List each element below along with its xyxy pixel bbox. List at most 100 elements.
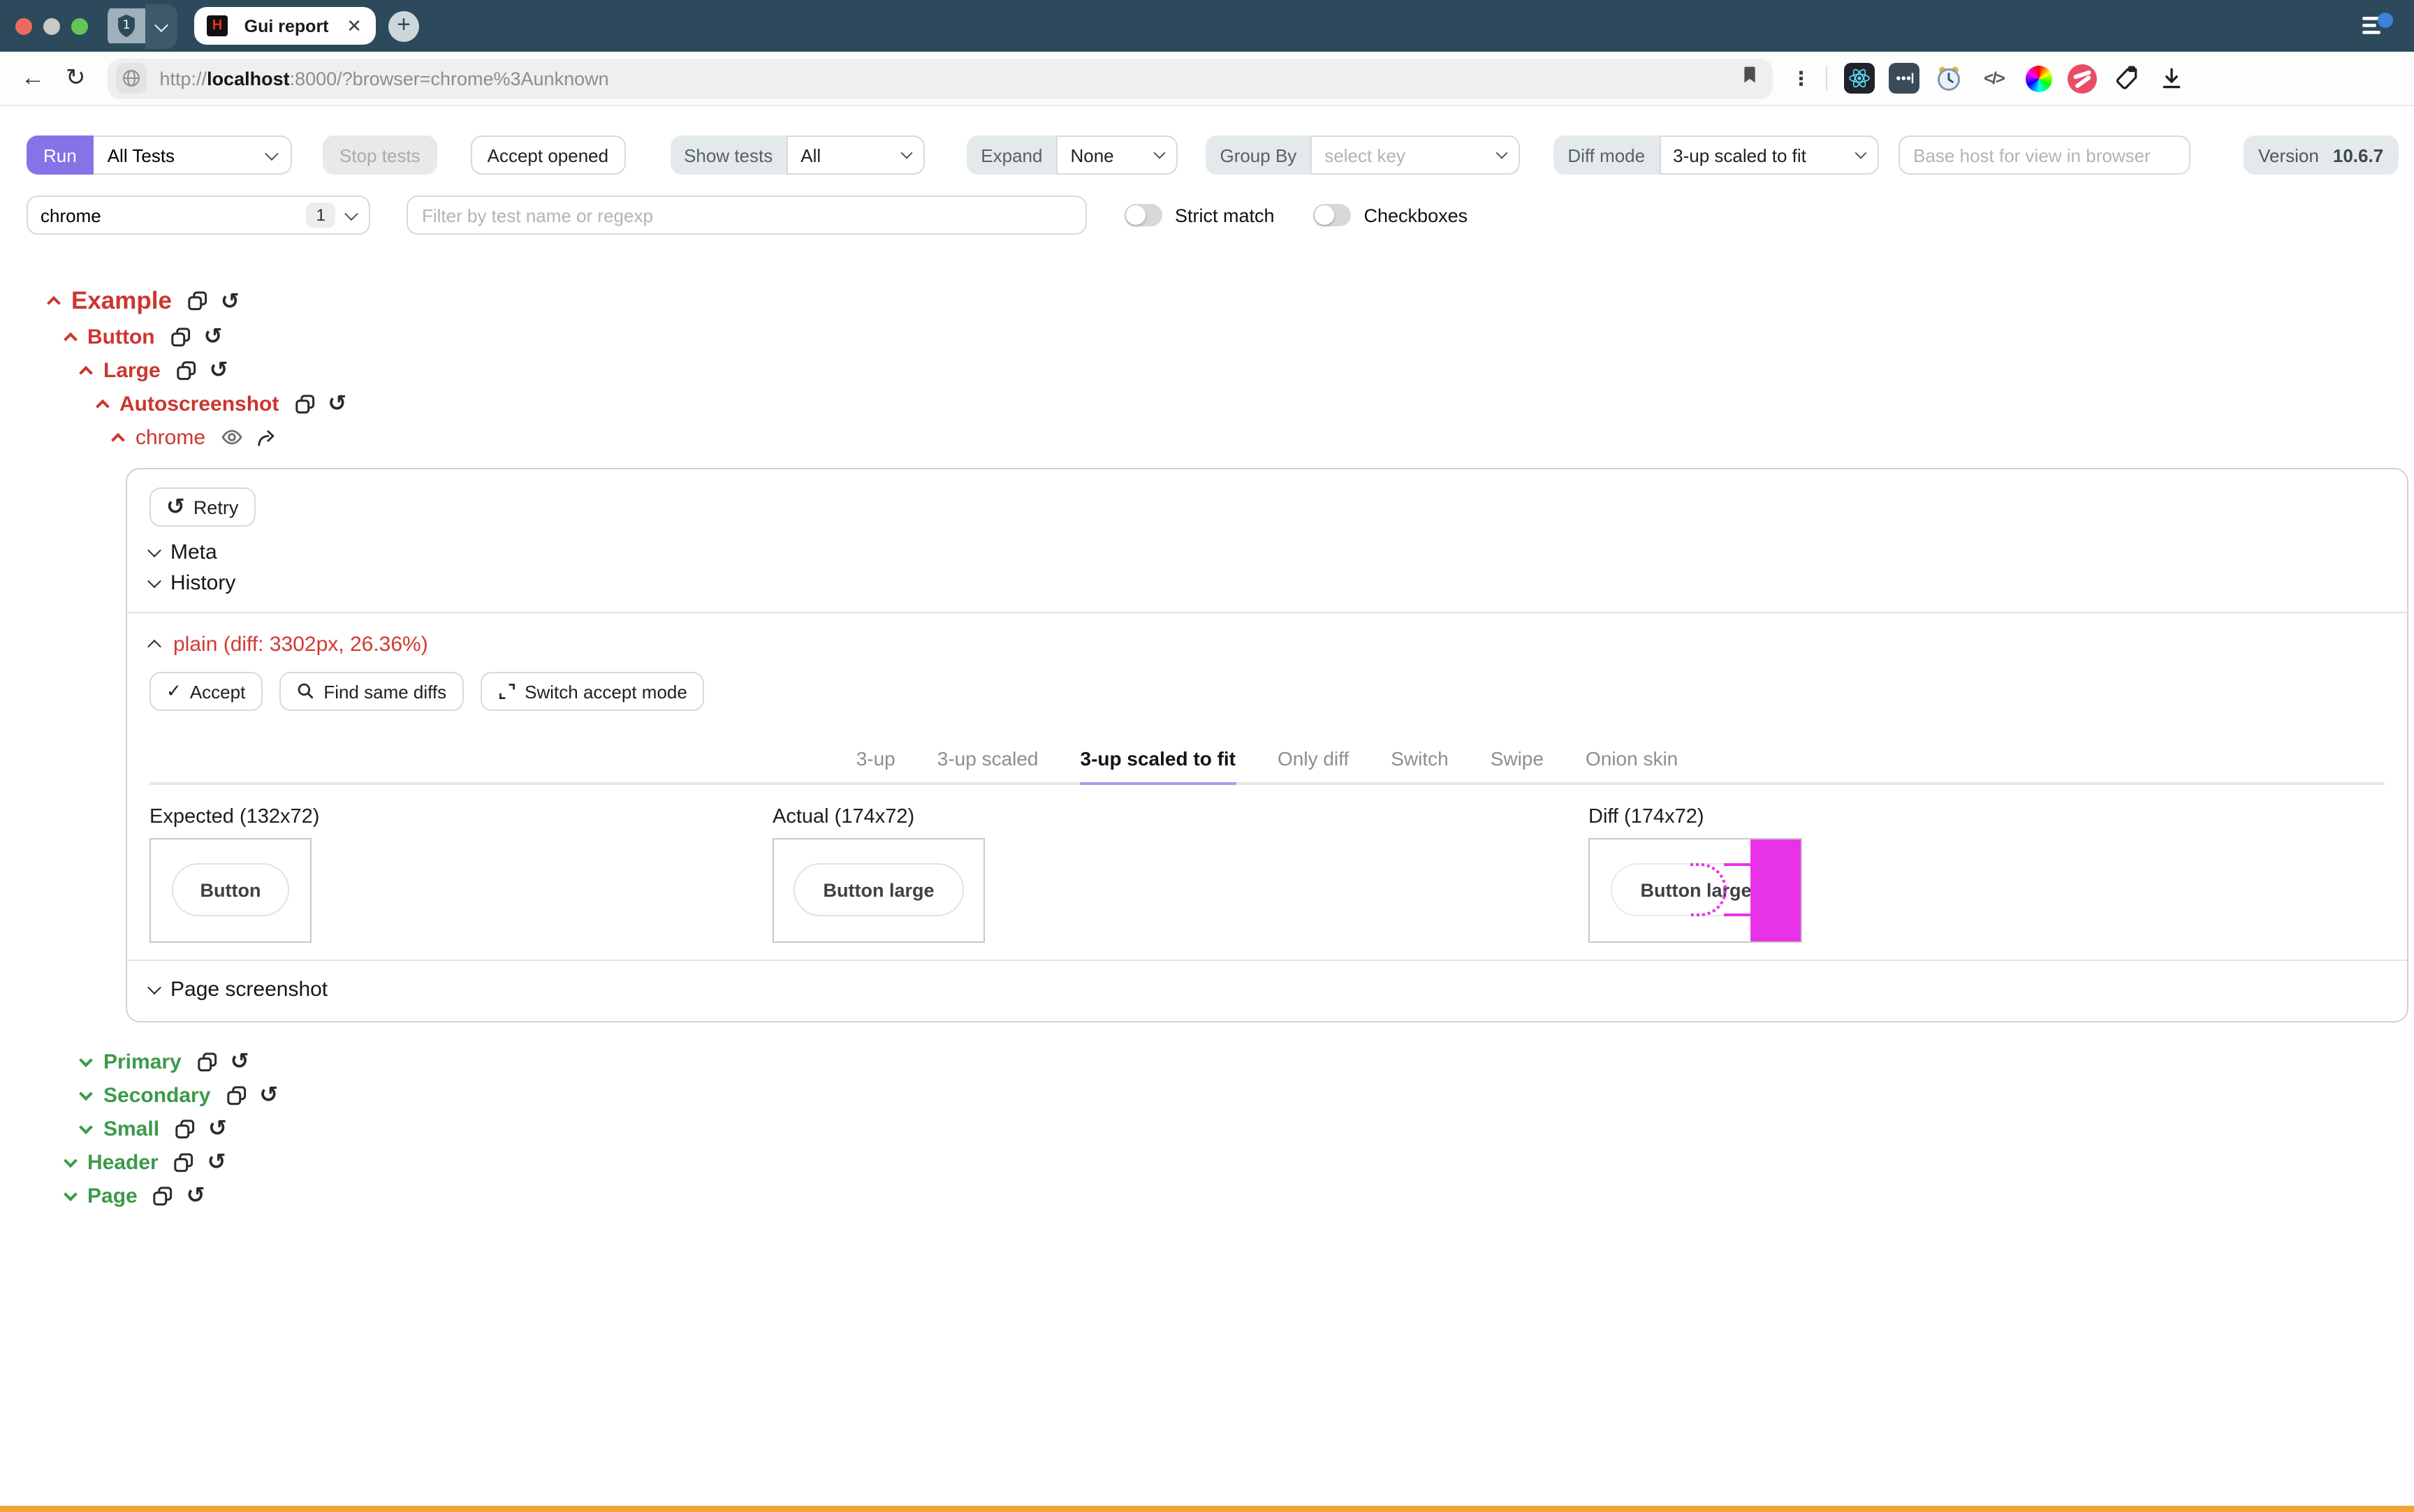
tab-counter[interactable]: 1 [108, 3, 177, 48]
browser-filter-select[interactable]: chrome 1 [27, 196, 370, 235]
history-section-toggle[interactable]: History [149, 571, 2385, 595]
share-icon[interactable] [256, 427, 277, 448]
page-screenshot-toggle[interactable]: Page screenshot [149, 978, 2385, 1001]
copy-icon[interactable] [175, 1118, 196, 1139]
tree-item-large[interactable]: Large↺ [49, 353, 2414, 387]
site-globe-icon[interactable] [117, 63, 147, 94]
tab-onion-skin[interactable]: Onion skin [1586, 747, 1678, 782]
close-window-button[interactable] [15, 17, 32, 34]
copy-icon[interactable] [170, 326, 191, 347]
base-host-input[interactable] [1898, 135, 2190, 175]
tree-item-small[interactable]: Small↺ [49, 1112, 2414, 1145]
retry-icon[interactable]: ↺ [207, 1152, 226, 1172]
tab-switch[interactable]: Switch [1391, 747, 1448, 782]
red-badge-extension-icon[interactable] [2068, 64, 2098, 93]
find-same-diffs-button[interactable]: Find same diffs [279, 672, 463, 711]
copy-icon[interactable] [226, 1085, 247, 1106]
tab-3-up[interactable]: 3-up [856, 747, 895, 782]
retry-icon[interactable]: ↺ [231, 1052, 249, 1071]
tab-counter-shield-icon: 1 [108, 8, 145, 43]
diff-highlight-area [1750, 839, 1801, 941]
chevron-down-icon [147, 981, 161, 994]
browser-tab-gui-report[interactable]: H Gui report ✕ [194, 7, 376, 45]
accept-button[interactable]: ✓Accept [149, 672, 262, 711]
copy-icon[interactable] [187, 291, 208, 311]
tree-item-button[interactable]: Button↺ [49, 320, 2414, 353]
copy-icon[interactable] [174, 1152, 195, 1173]
extensions-kebab-icon[interactable]: ⋮ [1792, 66, 1811, 90]
expand-select[interactable]: None [1056, 135, 1178, 175]
test-tree-failed-branch: Example↺Button↺Large↺Autoscreenshot↺chro… [27, 235, 2414, 454]
retry-icon[interactable]: ↺ [204, 327, 223, 346]
retry-icon[interactable]: ↺ [210, 360, 228, 380]
tab-swipe[interactable]: Swipe [1491, 747, 1544, 782]
svg-text:1: 1 [123, 18, 131, 32]
tree-item-chrome[interactable]: chrome [49, 420, 2414, 454]
bookmark-icon[interactable] [1736, 61, 1765, 95]
tab-3-up-scaled-to-fit[interactable]: 3-up scaled to fit [1081, 747, 1236, 782]
meta-label: Meta [170, 541, 217, 564]
actual-image[interactable]: Button large [773, 838, 985, 943]
diff-title: Diff (174x72) [1588, 806, 1802, 828]
browser-address-row: ← ↻ http://localhost:8000/?browser=chrom… [0, 52, 2414, 106]
diff-mode-select[interactable]: 3-up scaled to fit [1659, 135, 1878, 175]
switch-accept-mode-button[interactable]: Switch accept mode [480, 672, 704, 711]
run-button[interactable]: Run [27, 135, 94, 175]
chevron-up-icon [147, 640, 161, 654]
tab-3-up-scaled[interactable]: 3-up scaled [937, 747, 1039, 782]
state-plain-toggle[interactable]: plain (diff: 3302px, 26.36%) [149, 633, 2385, 656]
chevron-down-icon [79, 1086, 93, 1100]
alarm-clock-extension-icon[interactable] [1934, 63, 1965, 94]
retry-icon[interactable]: ↺ [328, 394, 346, 413]
zoom-window-button[interactable] [71, 17, 88, 34]
tree-item-secondary[interactable]: Secondary↺ [49, 1078, 2414, 1112]
url-scheme: http:// [160, 68, 207, 89]
checkboxes-toggle[interactable] [1314, 204, 1352, 226]
tree-item-primary[interactable]: Primary↺ [49, 1045, 2414, 1078]
back-button[interactable]: ← [21, 64, 45, 92]
password-manager-icon[interactable] [1889, 63, 1920, 94]
tab-close-icon[interactable]: ✕ [345, 15, 363, 37]
tag-extension-icon[interactable] [2112, 63, 2142, 94]
address-bar[interactable]: http://localhost:8000/?browser=chrome%3A… [108, 58, 1773, 98]
retry-icon[interactable]: ↺ [259, 1085, 278, 1105]
new-tab-button[interactable]: + [388, 10, 419, 41]
control-row-primary: Run All Tests Stop tests Accept opened S… [27, 135, 2414, 175]
copy-icon[interactable] [153, 1185, 174, 1206]
tree-item-actions: ↺ [175, 1118, 227, 1139]
tree-item-page[interactable]: Page↺ [49, 1179, 2414, 1212]
copy-icon[interactable] [197, 1051, 218, 1072]
minimize-window-button[interactable] [43, 17, 60, 34]
tree-item-example[interactable]: Example↺ [49, 282, 2414, 320]
copy-icon[interactable] [294, 393, 315, 414]
retry-icon[interactable]: ↺ [186, 1186, 205, 1205]
checkboxes-label: Checkboxes [1364, 205, 1468, 226]
stop-tests-button[interactable]: Stop tests [323, 135, 437, 175]
show-tests-select[interactable]: All [787, 135, 925, 175]
copy-icon[interactable] [176, 360, 197, 381]
retry-button[interactable]: ↺Retry [149, 487, 255, 527]
color-wheel-extension-icon[interactable] [2024, 63, 2054, 94]
retry-icon[interactable]: ↺ [221, 291, 240, 311]
react-devtools-icon[interactable] [1845, 63, 1875, 94]
expected-image[interactable]: Button [149, 838, 312, 943]
retry-icon[interactable]: ↺ [208, 1119, 227, 1138]
diff-image[interactable]: Button large [1588, 838, 1802, 943]
tab-only-diff[interactable]: Only diff [1278, 747, 1349, 782]
tree-item-autoscreenshot[interactable]: Autoscreenshot↺ [49, 387, 2414, 420]
tree-item-header[interactable]: Header↺ [49, 1145, 2414, 1179]
tab-list-chevron-icon[interactable] [145, 3, 177, 48]
run-scope-select[interactable]: All Tests [94, 135, 292, 175]
strict-match-toggle[interactable] [1125, 204, 1162, 226]
meta-section-toggle[interactable]: Meta [149, 541, 2385, 564]
test-name-filter-input[interactable] [407, 196, 1087, 235]
group-by-placeholder: select key [1324, 145, 1486, 166]
reload-button[interactable]: ↻ [66, 64, 86, 92]
code-extension-icon[interactable]: </> [1979, 63, 2010, 94]
downloads-icon[interactable] [2156, 63, 2187, 94]
view-in-browser-icon[interactable] [221, 426, 243, 448]
accept-opened-button[interactable]: Accept opened [471, 135, 625, 175]
group-by-select[interactable]: select key [1310, 135, 1520, 175]
expected-button-render: Button [172, 863, 289, 916]
browser-menu-icon[interactable] [2360, 11, 2396, 49]
